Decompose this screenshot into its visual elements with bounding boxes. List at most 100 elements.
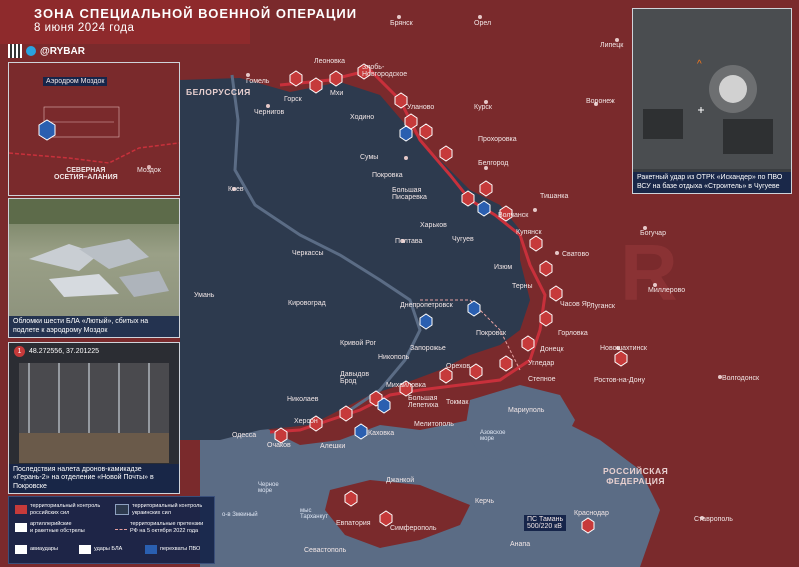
legend-item-ukraine: территориальный контроль украинских сил: [115, 503, 202, 516]
label-tarkhankut: мыс Тарханкут: [300, 508, 329, 520]
city-label: Ходино: [350, 114, 375, 121]
city-label: Леоновка: [314, 58, 345, 65]
city-label: Харьков: [420, 222, 447, 229]
city-label: Орехов: [446, 363, 471, 370]
city-label: Евпатория: [336, 520, 371, 527]
city-label: Запорожье: [410, 345, 446, 352]
city-label: Сватово: [562, 251, 589, 258]
city-label: Кировоград: [288, 300, 326, 307]
legend-label: территориальные претензии РФ на 5 октябр…: [130, 521, 204, 534]
city-label: Никополь: [378, 354, 410, 361]
thermal-illustration: ^: [633, 9, 791, 169]
label-russia: РОССИЙСКАЯ ФЕДЕРАЦИЯ: [603, 466, 669, 486]
claims-line-icon: [115, 529, 127, 530]
city-label: Купянск: [516, 229, 542, 236]
city-label: Киев: [228, 186, 244, 193]
legend-label: территориальный контроль российских сил: [30, 503, 101, 516]
brand-handle: @RYBAR: [40, 45, 85, 57]
city-label: Большая Лепетиха: [408, 395, 439, 409]
city-label: Степное: [528, 376, 556, 383]
svg-text:^: ^: [697, 59, 702, 70]
legend-label: артиллерийские и ракетные обстрелы: [30, 521, 85, 534]
legend-item-airstrikes: авиаудары: [15, 545, 58, 554]
city-label: Сумы: [360, 154, 379, 161]
city-label: Ставрополь: [694, 516, 733, 523]
pokrovsk-number-badge: 1: [14, 346, 25, 357]
city-label: Волгодонск: [722, 375, 760, 382]
page-title: ЗОНА СПЕЦИАЛЬНОЙ ВОЕННОЙ ОПЕРАЦИИ: [34, 6, 358, 21]
label-belarus: БЕЛОРУССИЯ: [186, 87, 251, 97]
page-date: 8 июня 2024 года: [34, 22, 135, 34]
city-label: Угледар: [528, 360, 555, 367]
legend-label: авиаудары: [30, 546, 58, 553]
city-label: Злобь- Новгородское: [362, 64, 408, 78]
city-label: Горловка: [558, 330, 588, 337]
city-label: Терны: [512, 283, 533, 290]
inset-mozdok: Аэродром Моздок СЕВЕРНАЯ ОСЕТИЯ–АЛАНИЯ М…: [8, 62, 180, 196]
city-label: Новошахтинск: [600, 345, 647, 352]
legend-label: удары БЛА: [94, 546, 123, 553]
qr-icon: [8, 44, 22, 58]
legend-item-drones: удары БЛА: [79, 545, 122, 554]
city-label: Уланово: [407, 104, 435, 111]
label-black-sea: Черное море: [258, 482, 279, 494]
city-label: Алешки: [320, 443, 346, 450]
city-label: Анапа: [510, 541, 531, 548]
debris-illustration: [9, 199, 179, 297]
aircraft-icon: [15, 545, 27, 554]
city-label: Миллерово: [648, 287, 686, 294]
legend-item-air-defense: перехваты ПВО: [145, 545, 200, 554]
pokrovsk-coords: 48.272556, 37.201225: [29, 348, 100, 355]
city-label: Богучар: [640, 230, 666, 237]
city-label: Волчанск: [498, 212, 529, 219]
city-label: Очаков: [267, 442, 291, 449]
city-label: Мелитополь: [414, 421, 454, 428]
label-azov: Азовское море: [480, 430, 506, 442]
city-label: Симферополь: [390, 525, 437, 532]
city-label: Херсон: [294, 418, 318, 425]
city-label: Керчь: [475, 498, 495, 505]
city-label: Курск: [474, 104, 492, 111]
city-label: Краснодар: [574, 510, 609, 517]
telegram-icon: [26, 46, 36, 56]
legend-item-artillery: артиллерийские и ракетные обстрелы: [15, 521, 85, 534]
city-label: Луганск: [590, 303, 615, 310]
city-label: Одесса: [232, 432, 257, 439]
city-label: Полтава: [395, 238, 423, 245]
label-zmeiny: о-в Змеиный: [222, 512, 258, 518]
city-label: Токмак: [446, 399, 469, 406]
airfield-label: Аэродром Моздок: [43, 77, 108, 86]
legend: территориальный контроль российских сил …: [8, 496, 215, 564]
ukraine-hex-icon: [115, 504, 129, 515]
artillery-icon: [15, 523, 27, 532]
thermal-caption: Ракетный удар из ОТРК «Искандер» по ПВО …: [633, 172, 791, 193]
city-label: Орел: [474, 20, 492, 27]
city-label: Чугуев: [452, 236, 474, 243]
photo-debris: Обломки шести БЛА «Лютый», сбитых на под…: [8, 198, 180, 338]
city-label: Горск: [284, 96, 302, 103]
legend-item-claims: территориальные претензии РФ на 5 октябр…: [115, 521, 203, 534]
city-label: Черкассы: [292, 250, 324, 257]
drone-icon: [79, 545, 91, 554]
pokrovsk-caption: Последствия налета дронов-камикадзе «Гер…: [9, 463, 179, 493]
city-label: Каховка: [368, 430, 395, 437]
brand-row: @RYBAR: [8, 44, 85, 58]
region-label: СЕВЕРНАЯ ОСЕТИЯ–АЛАНИЯ: [54, 167, 118, 181]
city-label: Днепропетровск: [400, 302, 453, 309]
city-label: Донецк: [540, 346, 564, 353]
thermal-image: ^ Ракетный удар из ОТРК «Искандер» по ПВ…: [632, 8, 792, 194]
city-label: Покровск: [476, 330, 506, 337]
city-label: Севастополь: [304, 547, 347, 554]
city-label: Мариуполь: [508, 407, 545, 414]
city-label: Умань: [194, 292, 215, 299]
city-label: Джанкой: [386, 477, 415, 484]
city-label: Гомель: [246, 78, 270, 85]
photo-pokrovsk: Последствия налета дронов-камикадзе «Гер…: [8, 342, 180, 494]
legend-label: перехваты ПВО: [160, 546, 201, 553]
city-label: Ростов-на-Дону: [594, 377, 645, 384]
mozdok-city-label: Моздок: [137, 167, 161, 174]
city-label: Тишанка: [540, 193, 569, 200]
city-label: Давыдов Брод: [340, 371, 370, 385]
city-label: Кривой Рог: [340, 340, 377, 347]
city-label: Часов Яр: [560, 301, 591, 308]
